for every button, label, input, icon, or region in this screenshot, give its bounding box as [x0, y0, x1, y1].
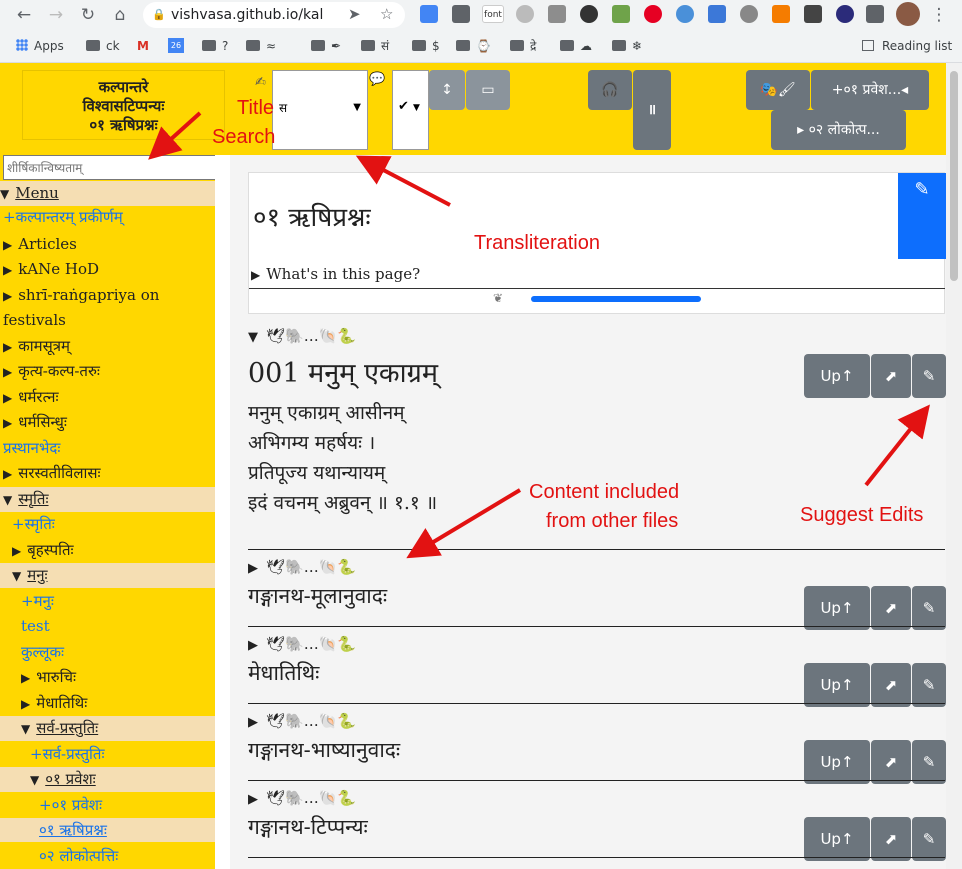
arrow-to-transliteration [355, 155, 451, 207]
arrow-to-suggest-edits [864, 404, 930, 487]
arrow-to-content [406, 488, 522, 559]
arrow-to-search [148, 111, 202, 160]
annotation-arrows [148, 111, 930, 559]
